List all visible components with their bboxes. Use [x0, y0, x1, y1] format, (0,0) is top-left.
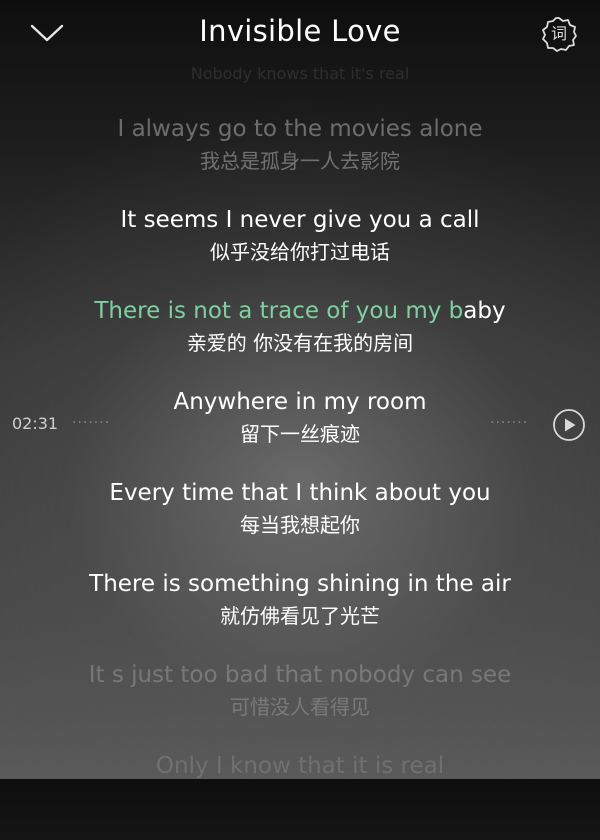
play-icon[interactable] [552, 408, 586, 442]
seek-indicator: 02:31 ······· ······· [0, 408, 600, 442]
header: Invisible Love 词 [0, 0, 600, 72]
lyric-chinese: 亲爱的 你没有在我的房间 [186, 331, 414, 355]
previous-lyric-ghost: Nobody knows that it's real [190, 64, 410, 83]
lyric-chinese: 每当我想起你 [240, 513, 360, 537]
lyric-line[interactable]: It seems I never give you a call 似乎没给你打过… [0, 203, 600, 294]
song-title: Invisible Love [199, 14, 401, 48]
lyric-chinese: 可惜没人看得见 [230, 695, 370, 719]
lyric-played-portion: There is not a trace of you my b [94, 298, 464, 324]
lyric-chinese: 我总是孤身一人去影院 [200, 149, 400, 173]
current-time: 02:31 [12, 414, 59, 433]
lyric-line[interactable]: Only I know that it is real [0, 749, 600, 840]
lyric-settings-button[interactable]: 词 [540, 15, 578, 53]
lyric-line[interactable]: I always go to the movies alone 我总是孤身一人去… [0, 112, 600, 203]
lyric-english: There is something shining in the air [89, 571, 511, 597]
seek-line-right: ······· [490, 415, 529, 431]
play-from-here-button[interactable] [552, 408, 586, 442]
seek-line-left: ······· [72, 415, 111, 431]
lyrics-list[interactable]: I always go to the movies alone 我总是孤身一人去… [0, 112, 600, 840]
lyric-chinese: 就仿佛看见了光芒 [220, 604, 380, 628]
lyric-unplayed-portion: aby [463, 298, 506, 324]
lyric-english: I always go to the movies alone [117, 116, 483, 142]
lyric-settings-label: 词 [550, 24, 567, 43]
lyric-line[interactable]: It s just too bad that nobody can see 可惜… [0, 658, 600, 749]
lyric-english: It seems I never give you a call [120, 207, 480, 233]
lyric-line[interactable]: There is something shining in the air 就仿… [0, 567, 600, 658]
lyric-english-current: There is not a trace of you my baby [0, 294, 600, 328]
lyric-chinese: 似乎没给你打过电话 [210, 240, 390, 264]
lyric-english: Every time that I think about you [109, 480, 491, 506]
lyric-english: Only I know that it is real [155, 753, 445, 779]
lyric-line[interactable]: Every time that I think about you 每当我想起你 [0, 476, 600, 567]
lyric-english: It s just too bad that nobody can see [88, 662, 512, 688]
lyric-line-current[interactable]: There is not a trace of you my baby 亲爱的 … [0, 294, 600, 385]
